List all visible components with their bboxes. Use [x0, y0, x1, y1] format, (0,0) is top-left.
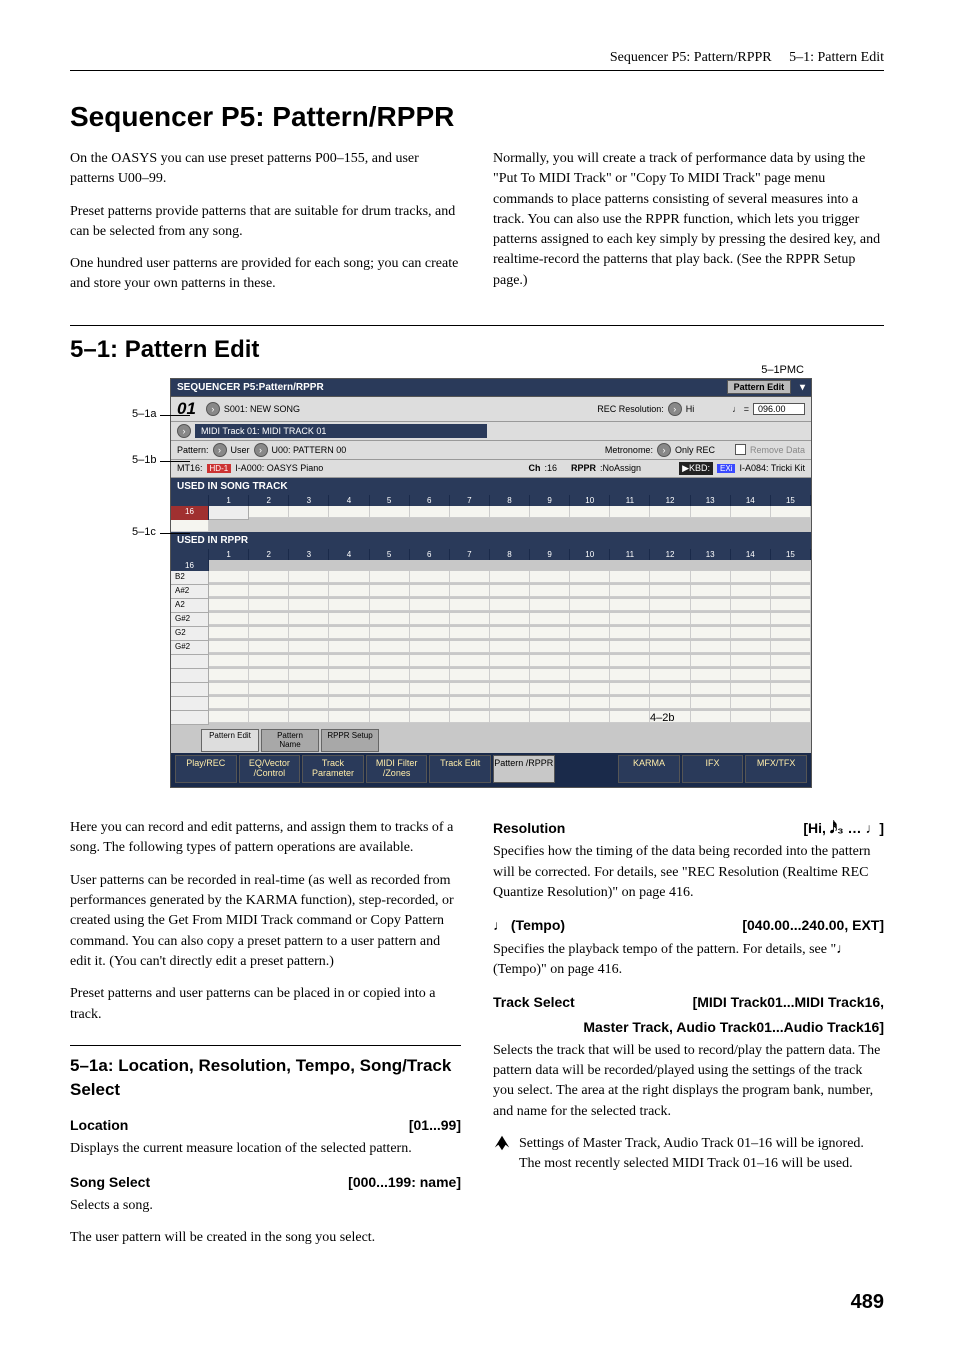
header-right: 5–1: Pattern Edit: [789, 50, 884, 65]
param-range: [040.00...240.00, EXT]: [742, 915, 884, 935]
kbd-badge: EXi: [717, 464, 735, 473]
param-range-2: Master Track, Audio Track01...Audio Trac…: [493, 1017, 884, 1037]
main-tab: EQ/Vector /Control: [239, 755, 301, 783]
song-track-grid: 12345678910111213141516: [171, 495, 811, 532]
window-title: SEQUENCER P5:Pattern/RPPR: [177, 382, 324, 393]
pattern-name: U00: PATTERN 00: [272, 445, 347, 455]
callout-4-2b: 4–2b: [650, 712, 674, 724]
main-tab: MFX/TFX: [745, 755, 807, 783]
param-desc: Specifies how the timing of the data bei…: [493, 842, 884, 903]
remove-data-checkbox: [735, 444, 746, 455]
tempo-label: ♩ =: [732, 404, 749, 414]
section-5-1a: 5–1a: Location, Resolution, Tempo, Song/…: [70, 1045, 461, 1103]
chevron-down-icon: ▾: [800, 382, 805, 393]
main-tabs: Play/RECEQ/Vector /ControlTrack Paramete…: [171, 753, 811, 787]
main-tab: [557, 755, 617, 783]
tempo-value: 096.00: [753, 403, 805, 415]
ch-value: :16: [545, 463, 558, 473]
pattern-label: Pattern:: [177, 445, 209, 455]
main-tab: KARMA: [618, 755, 680, 783]
main-tab: MIDI Filter /Zones: [366, 755, 428, 783]
sub-tab: Pattern Name: [261, 729, 319, 753]
sub-tab: RPPR Setup: [321, 729, 379, 753]
popup-icon: ›: [177, 424, 191, 438]
popup-icon: ›: [668, 402, 682, 416]
intro-p: Normally, you will create a track of per…: [493, 149, 884, 291]
song-name: S001: NEW SONG: [224, 404, 300, 414]
pattern-edit-btn: Pattern Edit: [727, 380, 792, 394]
callout-pmc: 5–1PMC: [761, 364, 804, 376]
metronome-value: Only REC: [675, 445, 715, 455]
param-desc: The user pattern will be created in the …: [70, 1228, 461, 1248]
callout-c: 5–1c: [132, 526, 156, 538]
page-number: 489: [70, 1291, 884, 1314]
screenshot-figure: 5–1PMC 5–1a 5–1b 5–1c 4–2b SEQUENCER P5:…: [70, 378, 884, 788]
kbd-value: I-A084: Tricki Kit: [739, 463, 805, 473]
rppr-header: 12345678910111213141516: [171, 549, 811, 571]
mt-label: MT16:: [177, 463, 203, 473]
metronome-label: Metronome:: [605, 445, 653, 455]
param-desc: Specifies the playback tempo of the patt…: [493, 940, 884, 981]
rec-resolution-label: REC Resolution:: [597, 404, 664, 414]
param-name: Song Select: [70, 1172, 150, 1192]
intro-p: One hundred user patterns are provided f…: [70, 254, 461, 295]
callout-b: 5–1b: [132, 454, 156, 466]
note-text: Settings of Master Track, Audio Track 01…: [519, 1134, 884, 1175]
body-p: Preset patterns and user patterns can be…: [70, 984, 461, 1025]
page-header: Sequencer P5: Pattern/RPPR 5–1: Pattern …: [70, 50, 884, 71]
popup-icon: ›: [657, 443, 671, 457]
sub-tab: Pattern Edit: [201, 729, 259, 753]
rppr-value: :NoAssign: [600, 463, 641, 473]
remove-data-label: Remove Data: [750, 445, 805, 455]
main-tab: Track Parameter: [302, 755, 364, 783]
main-tab: Play/REC: [175, 755, 237, 783]
popup-icon: ›: [254, 443, 268, 457]
param-range: [MIDI Track01...MIDI Track16,: [693, 992, 884, 1012]
rppr-grid: B2A#2A2G#2G2G#2: [171, 571, 811, 725]
callout-a: 5–1a: [132, 408, 156, 420]
param-range: [Hi, 𝅘𝅥𝅰₃ … ♩]: [803, 818, 884, 838]
body-p: Here you can record and edit patterns, a…: [70, 818, 461, 859]
popup-icon: ›: [213, 443, 227, 457]
mt-value: I-A000: OASYS Piano: [235, 463, 323, 473]
param-name: Resolution: [493, 818, 565, 838]
ui-screenshot: SEQUENCER P5:Pattern/RPPR Pattern Edit ▾…: [170, 378, 812, 788]
pattern-bank: User: [231, 445, 250, 455]
body-p: User patterns can be recorded in real-ti…: [70, 871, 461, 972]
param-desc: Selects the track that will be used to r…: [493, 1041, 884, 1122]
popup-icon: ›: [206, 402, 220, 416]
main-tab: Pattern /RPPR: [493, 755, 555, 783]
rec-resolution-value: Hi: [686, 404, 695, 414]
kbd-label: KBD:: [689, 463, 710, 473]
param-range: [01...99]: [409, 1115, 461, 1135]
param-desc: Selects a song.: [70, 1196, 461, 1216]
used-in-song-track: USED IN SONG TRACK: [171, 478, 811, 495]
mt-badge: HD-1: [207, 464, 232, 473]
param-name: ♩ (Tempo): [493, 915, 565, 935]
heading-1: Sequencer P5: Pattern/RPPR: [70, 101, 884, 133]
param-range: [000...199: name]: [348, 1172, 461, 1192]
intro-p: On the OASYS you can use preset patterns…: [70, 149, 461, 190]
heading-2: 5–1: Pattern Edit: [70, 325, 884, 364]
sub-tabs: Pattern EditPattern NameRPPR Setup: [171, 725, 811, 754]
header-left: Sequencer P5: Pattern/RPPR: [610, 50, 772, 65]
param-desc: Displays the current measure location of…: [70, 1139, 461, 1159]
param-name: Track Select: [493, 992, 575, 1012]
location-value: 01: [177, 399, 202, 419]
ch-label: Ch: [529, 463, 541, 473]
used-in-rppr: USED IN RPPR: [171, 532, 811, 549]
main-tab: Track Edit: [429, 755, 491, 783]
track-select: MIDI Track 01: MIDI TRACK 01: [195, 424, 487, 438]
rppr-label: RPPR: [571, 463, 596, 473]
note-icon: [493, 1134, 511, 1152]
main-tab: IFX: [682, 755, 744, 783]
param-name: Location: [70, 1115, 128, 1135]
intro-p: Preset patterns provide patterns that ar…: [70, 202, 461, 243]
